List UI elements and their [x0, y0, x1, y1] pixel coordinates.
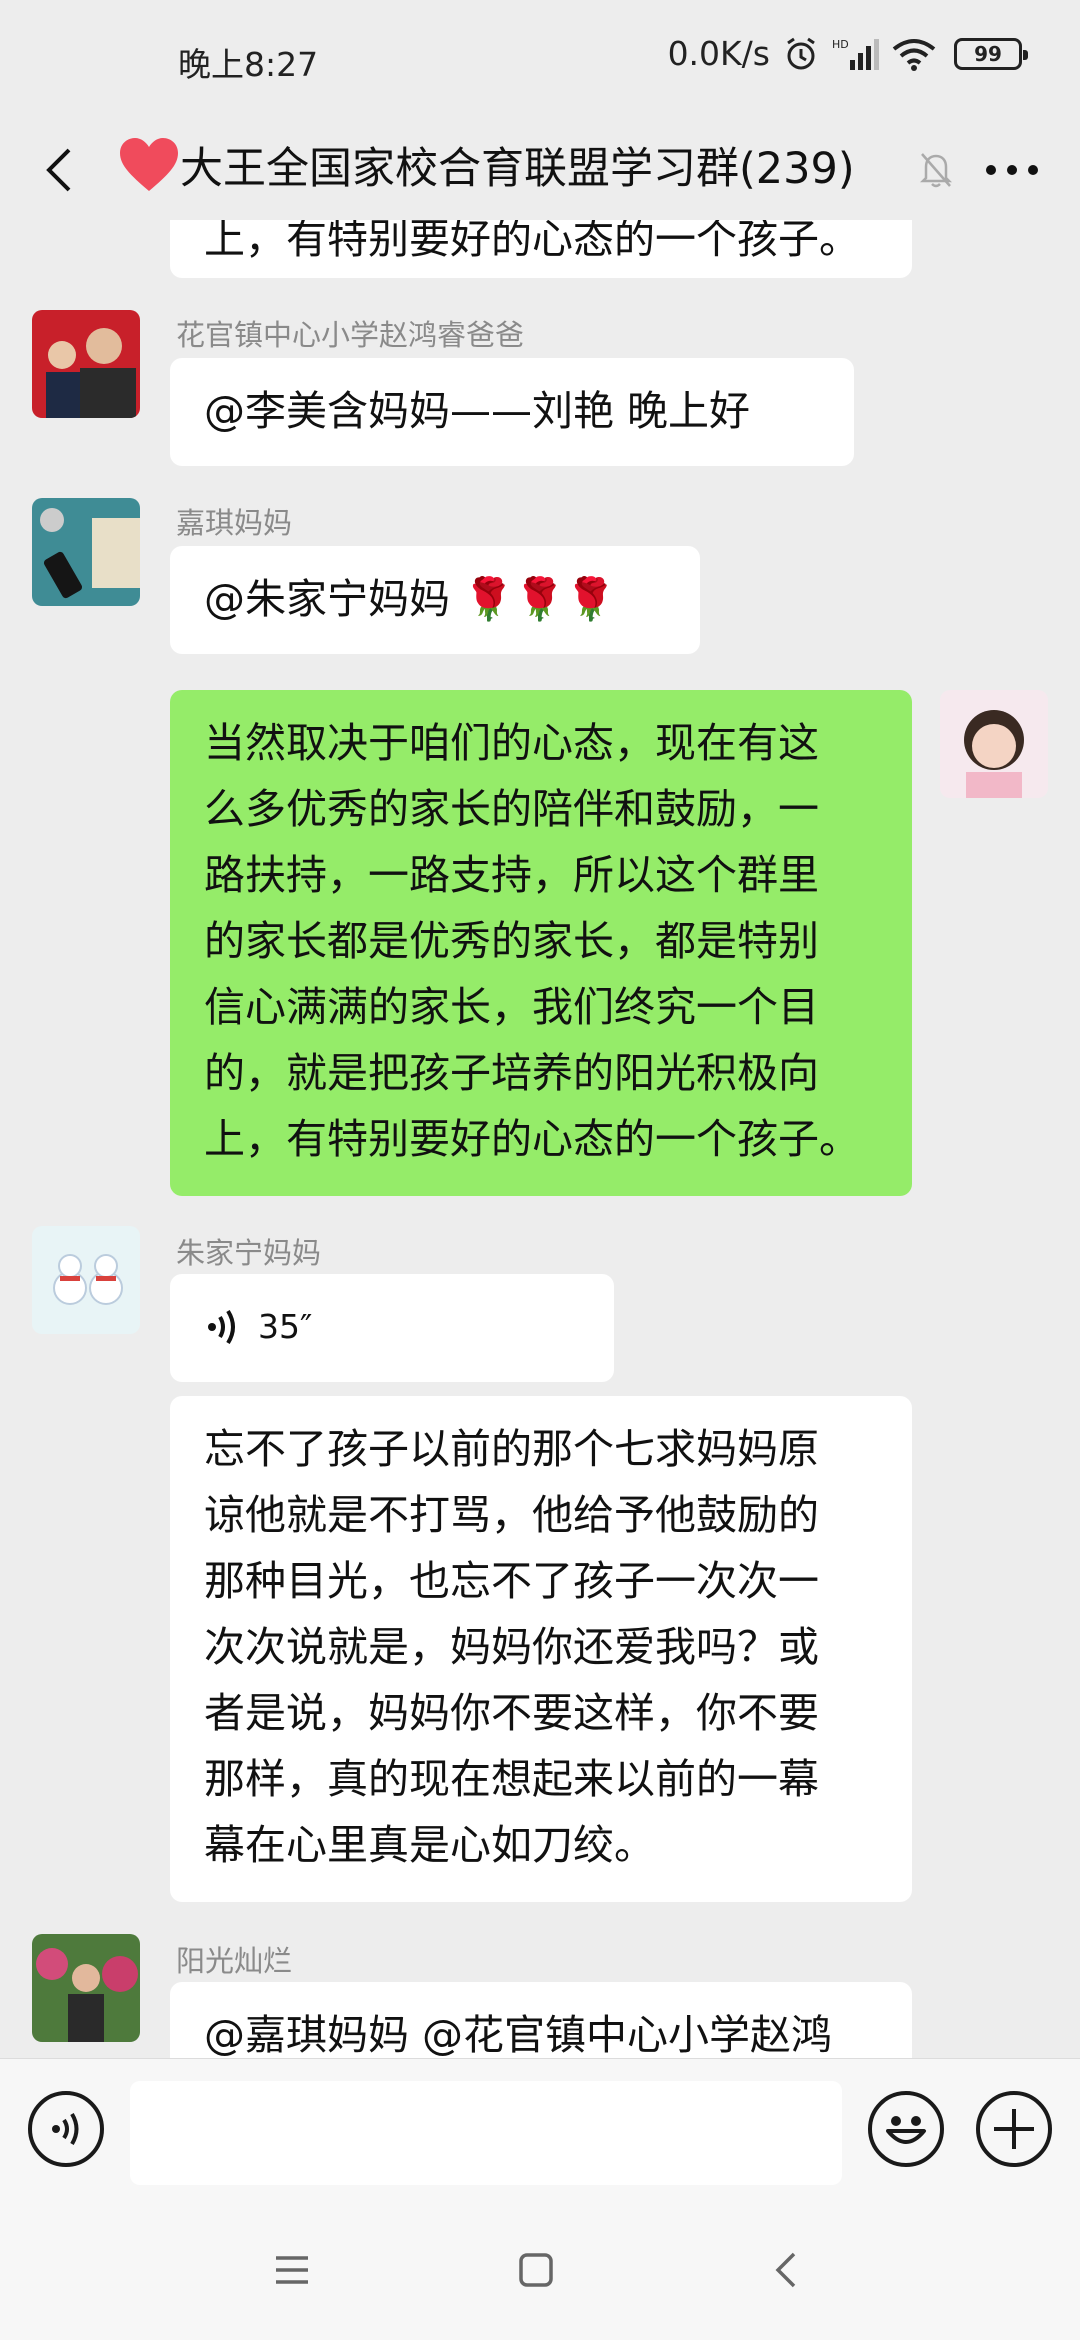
input-bar [0, 2058, 1080, 2200]
system-back-button[interactable] [756, 2240, 816, 2300]
my-message-bubble[interactable]: 当然取决于咱们的心态，现在有这 么多优秀的家长的陪伴和鼓励，一 路扶持，一路支持… [170, 690, 912, 1196]
message-bubble[interactable]: @嘉琪妈妈 @花官镇中心小学赵鸿 [170, 1982, 912, 2058]
home-button[interactable] [506, 2240, 566, 2300]
message-text: @嘉琪妈妈 @花官镇中心小学赵鸿 [204, 2011, 833, 2058]
voice-duration: 35″ [258, 1307, 313, 1346]
message-text: 上，有特别要好的心态的一个孩子。 [204, 220, 860, 263]
more-functions-button[interactable] [976, 2091, 1052, 2167]
menu-icon [276, 2256, 308, 2284]
alarm-icon [782, 35, 820, 73]
message-bubble[interactable]: @李美含妈妈——刘艳 晚上好 [170, 358, 854, 466]
message-text: @朱家宁妈妈 🌹🌹🌹 [204, 575, 617, 623]
back-triangle-icon [775, 2252, 796, 2288]
voice-wave-icon [52, 2112, 79, 2146]
status-time: 晚上8:27 [178, 45, 319, 84]
message-text: 忘不了孩子以前的那个七求妈妈原 谅他就是不打骂，他给予他鼓励的 那种目光，也忘不… [204, 1425, 819, 1869]
svg-text:HD: HD [832, 38, 849, 51]
wifi-icon [892, 37, 936, 71]
voice-wave-icon [208, 1309, 235, 1345]
my-avatar[interactable] [940, 690, 1048, 798]
more-button[interactable] [972, 142, 1052, 198]
chat-header: 大王全国家校合育联盟学习群(239) [0, 120, 1080, 220]
net-speed: 0.0K/s [667, 34, 770, 73]
message-text: 当然取决于咱们的心态，现在有这 么多优秀的家长的陪伴和鼓励，一 路扶持，一路支持… [204, 719, 860, 1163]
status-bar: 晚上8:27 0.0K/s HD 99 [0, 0, 1080, 120]
message-bubble[interactable]: @朱家宁妈妈 🌹🌹🌹 [170, 546, 700, 654]
sender-name: 花官镇中心小学赵鸿睿爸爸 [176, 318, 525, 352]
back-button[interactable] [30, 142, 86, 198]
home-square-icon [519, 2253, 553, 2287]
heart-icon [120, 138, 178, 191]
message-bubble[interactable]: 忘不了孩子以前的那个七求妈妈原 谅他就是不打骂，他给予他鼓励的 那种目光，也忘不… [170, 1396, 912, 1902]
system-navigation-bar [0, 2200, 1080, 2340]
chat-title[interactable]: 大王全国家校合育联盟学习群(239) [118, 134, 855, 196]
avatar[interactable] [32, 1934, 140, 2042]
group-name: 大王全国家校合育联盟学习群(239) [180, 144, 855, 194]
avatar[interactable] [32, 498, 140, 606]
mute-bell-icon [918, 150, 954, 194]
message-text: @李美含妈妈——刘艳 晚上好 [204, 387, 751, 435]
battery-icon: 99 [954, 37, 1028, 70]
sender-name: 嘉琪妈妈 [176, 506, 293, 540]
message-list[interactable]: 上，有特别要好的心态的一个孩子。 花官镇中心小学赵鸿睿爸爸 @李美含妈妈——刘艳… [0, 220, 1080, 2058]
message-input[interactable] [130, 2081, 842, 2185]
plus-icon [994, 2109, 1034, 2149]
avatar[interactable] [32, 1226, 140, 1334]
menu-button[interactable] [262, 2240, 322, 2300]
sender-name: 朱家宁妈妈 [176, 1236, 322, 1270]
voice-message-bubble[interactable]: 35″ [170, 1274, 614, 1382]
voice-input-button[interactable] [28, 2091, 104, 2167]
message-bubble[interactable]: 上，有特别要好的心态的一个孩子。 [170, 220, 912, 278]
emoji-button[interactable] [868, 2091, 944, 2167]
signal-icon: HD [832, 36, 880, 72]
status-indicators: 0.0K/s HD 99 [667, 34, 1028, 73]
back-chevron-icon [46, 148, 71, 192]
more-dots-icon [986, 165, 1038, 175]
emoji-icon [886, 2116, 926, 2144]
sender-name: 阳光灿烂 [176, 1944, 293, 1978]
avatar[interactable] [32, 310, 140, 418]
